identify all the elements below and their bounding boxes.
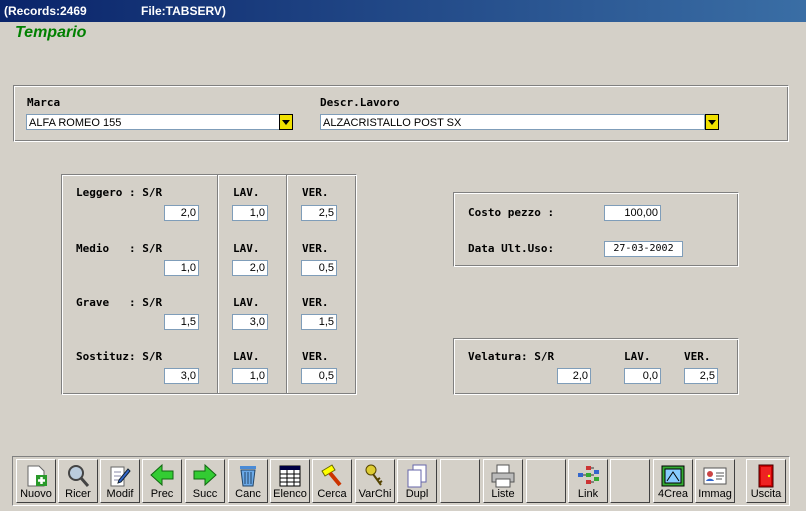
lav-label: LAV.: [233, 350, 260, 363]
empty-toolbar-slot: [526, 459, 566, 503]
ver-label: VER.: [302, 242, 329, 255]
sostituz-lav-field[interactable]: 1,0: [232, 368, 268, 384]
chevron-down-icon: [708, 119, 716, 125]
marca-combo[interactable]: ALFA ROMEO 155: [26, 114, 280, 130]
marca-label: Marca: [27, 96, 61, 109]
trash-icon: [240, 466, 256, 487]
lav-label: LAV.: [233, 242, 260, 255]
varchi-label: VarChi: [358, 488, 392, 500]
liste-button[interactable]: Liste: [483, 459, 523, 503]
succ-label: Succ: [192, 488, 218, 500]
velatura-sr-field[interactable]: 2,0: [557, 368, 591, 384]
leggero-sr-field[interactable]: 2,0: [164, 205, 199, 221]
elenco-label: Elenco: [273, 488, 307, 500]
row-medio-label: Medio : S/R: [76, 242, 163, 255]
nuovo-label: Nuovo: [20, 488, 52, 500]
leggero-ver-field[interactable]: 2,5: [301, 205, 337, 221]
uscita-label: Uscita: [750, 488, 782, 500]
create-icon: [661, 465, 685, 487]
velatura-panel: [453, 338, 739, 395]
sostituz-ver-field[interactable]: 0,5: [301, 368, 337, 384]
exit-door-icon: [758, 464, 774, 488]
new-document-icon: [27, 465, 47, 487]
costo-label: Costo pezzo :: [468, 206, 555, 219]
succ-button[interactable]: Succ: [185, 459, 225, 503]
medio-ver-field[interactable]: 0,5: [301, 260, 337, 276]
immag-button[interactable]: Immag: [695, 459, 735, 503]
chevron-down-icon: [282, 119, 290, 125]
varchi-button[interactable]: VarChi: [355, 459, 395, 503]
ricer-label: Ricer: [65, 488, 91, 500]
search-icon: [68, 465, 90, 487]
ver-label: VER.: [302, 350, 329, 363]
cerca-button[interactable]: Cerca: [312, 459, 352, 503]
column-divider: [217, 175, 219, 393]
flashlight-icon: [321, 464, 342, 487]
duplicate-icon: [407, 464, 427, 488]
records-count: (Records:2469: [4, 4, 87, 18]
modif-label: Modif: [106, 488, 134, 500]
keys-icon: [365, 464, 383, 486]
table-icon: [279, 465, 301, 487]
marca-dropdown-button[interactable]: [279, 114, 293, 130]
nuovo-button[interactable]: Nuovo: [16, 459, 56, 503]
grave-sr-field[interactable]: 1,5: [164, 314, 199, 330]
link-icon: [578, 466, 599, 484]
velatura-lav-label: LAV.: [624, 350, 651, 363]
descr-label: Descr.Lavoro: [320, 96, 400, 109]
file-name: File:TABSERV): [141, 4, 226, 18]
ricer-button[interactable]: Ricer: [58, 459, 98, 503]
modif-button[interactable]: Modif: [100, 459, 140, 503]
arrow-right-icon: [193, 463, 217, 487]
liste-label: Liste: [491, 488, 515, 500]
crea4-button[interactable]: 4Crea: [653, 459, 693, 503]
leggero-lav-field[interactable]: 1,0: [232, 205, 268, 221]
costo-field[interactable]: 100,00: [604, 205, 661, 221]
uscita-button[interactable]: Uscita: [746, 459, 786, 503]
cost-panel: [453, 192, 739, 267]
row-sostituz-label: Sostituz: S/R: [76, 350, 163, 363]
descr-dropdown-button[interactable]: [705, 114, 719, 130]
velatura-ver-field[interactable]: 2,5: [684, 368, 718, 384]
empty-toolbar-slot: [610, 459, 650, 503]
ver-label: VER.: [302, 186, 329, 199]
grave-ver-field[interactable]: 1,5: [301, 314, 337, 330]
row-leggero-label: Leggero : S/R: [76, 186, 163, 199]
data-uso-field[interactable]: 27-03-2002: [604, 241, 683, 257]
row-grave-label: Grave : S/R: [76, 296, 163, 309]
data-uso-label: Data Ult.Uso:: [468, 242, 555, 255]
prec-label: Prec: [150, 488, 174, 500]
velatura-ver-label: VER.: [684, 350, 711, 363]
canc-button[interactable]: Canc: [228, 459, 268, 503]
medio-lav-field[interactable]: 2,0: [232, 260, 268, 276]
printer-icon: [491, 464, 515, 488]
prec-button[interactable]: Prec: [142, 459, 182, 503]
velatura-label: Velatura: S/R: [468, 350, 555, 363]
link-button[interactable]: Link: [568, 459, 608, 503]
dupl-button[interactable]: Dupl: [397, 459, 437, 503]
edit-document-icon: [110, 466, 131, 487]
sostituz-sr-field[interactable]: 3,0: [164, 368, 199, 384]
grave-lav-field[interactable]: 3,0: [232, 314, 268, 330]
arrow-left-icon: [150, 463, 174, 487]
window-titlebar: (Records:2469 File:TABSERV): [0, 0, 806, 22]
canc-label: Canc: [235, 488, 261, 500]
link-label: Link: [577, 488, 599, 500]
ver-label: VER.: [302, 296, 329, 309]
id-card-icon: [703, 467, 727, 485]
empty-toolbar-slot: [440, 459, 480, 503]
velatura-lav-field[interactable]: 0,0: [624, 368, 661, 384]
lav-label: LAV.: [233, 296, 260, 309]
descr-combo[interactable]: ALZACRISTALLO POST SX: [320, 114, 705, 130]
page-title: Tempario: [15, 24, 87, 41]
column-divider: [286, 175, 288, 393]
lav-label: LAV.: [233, 186, 260, 199]
immag-label: Immag: [698, 488, 732, 500]
cerca-label: Cerca: [317, 488, 347, 500]
medio-sr-field[interactable]: 1,0: [164, 260, 199, 276]
crea4-label: 4Crea: [658, 488, 688, 500]
elenco-button[interactable]: Elenco: [270, 459, 310, 503]
dupl-label: Dupl: [405, 488, 429, 500]
